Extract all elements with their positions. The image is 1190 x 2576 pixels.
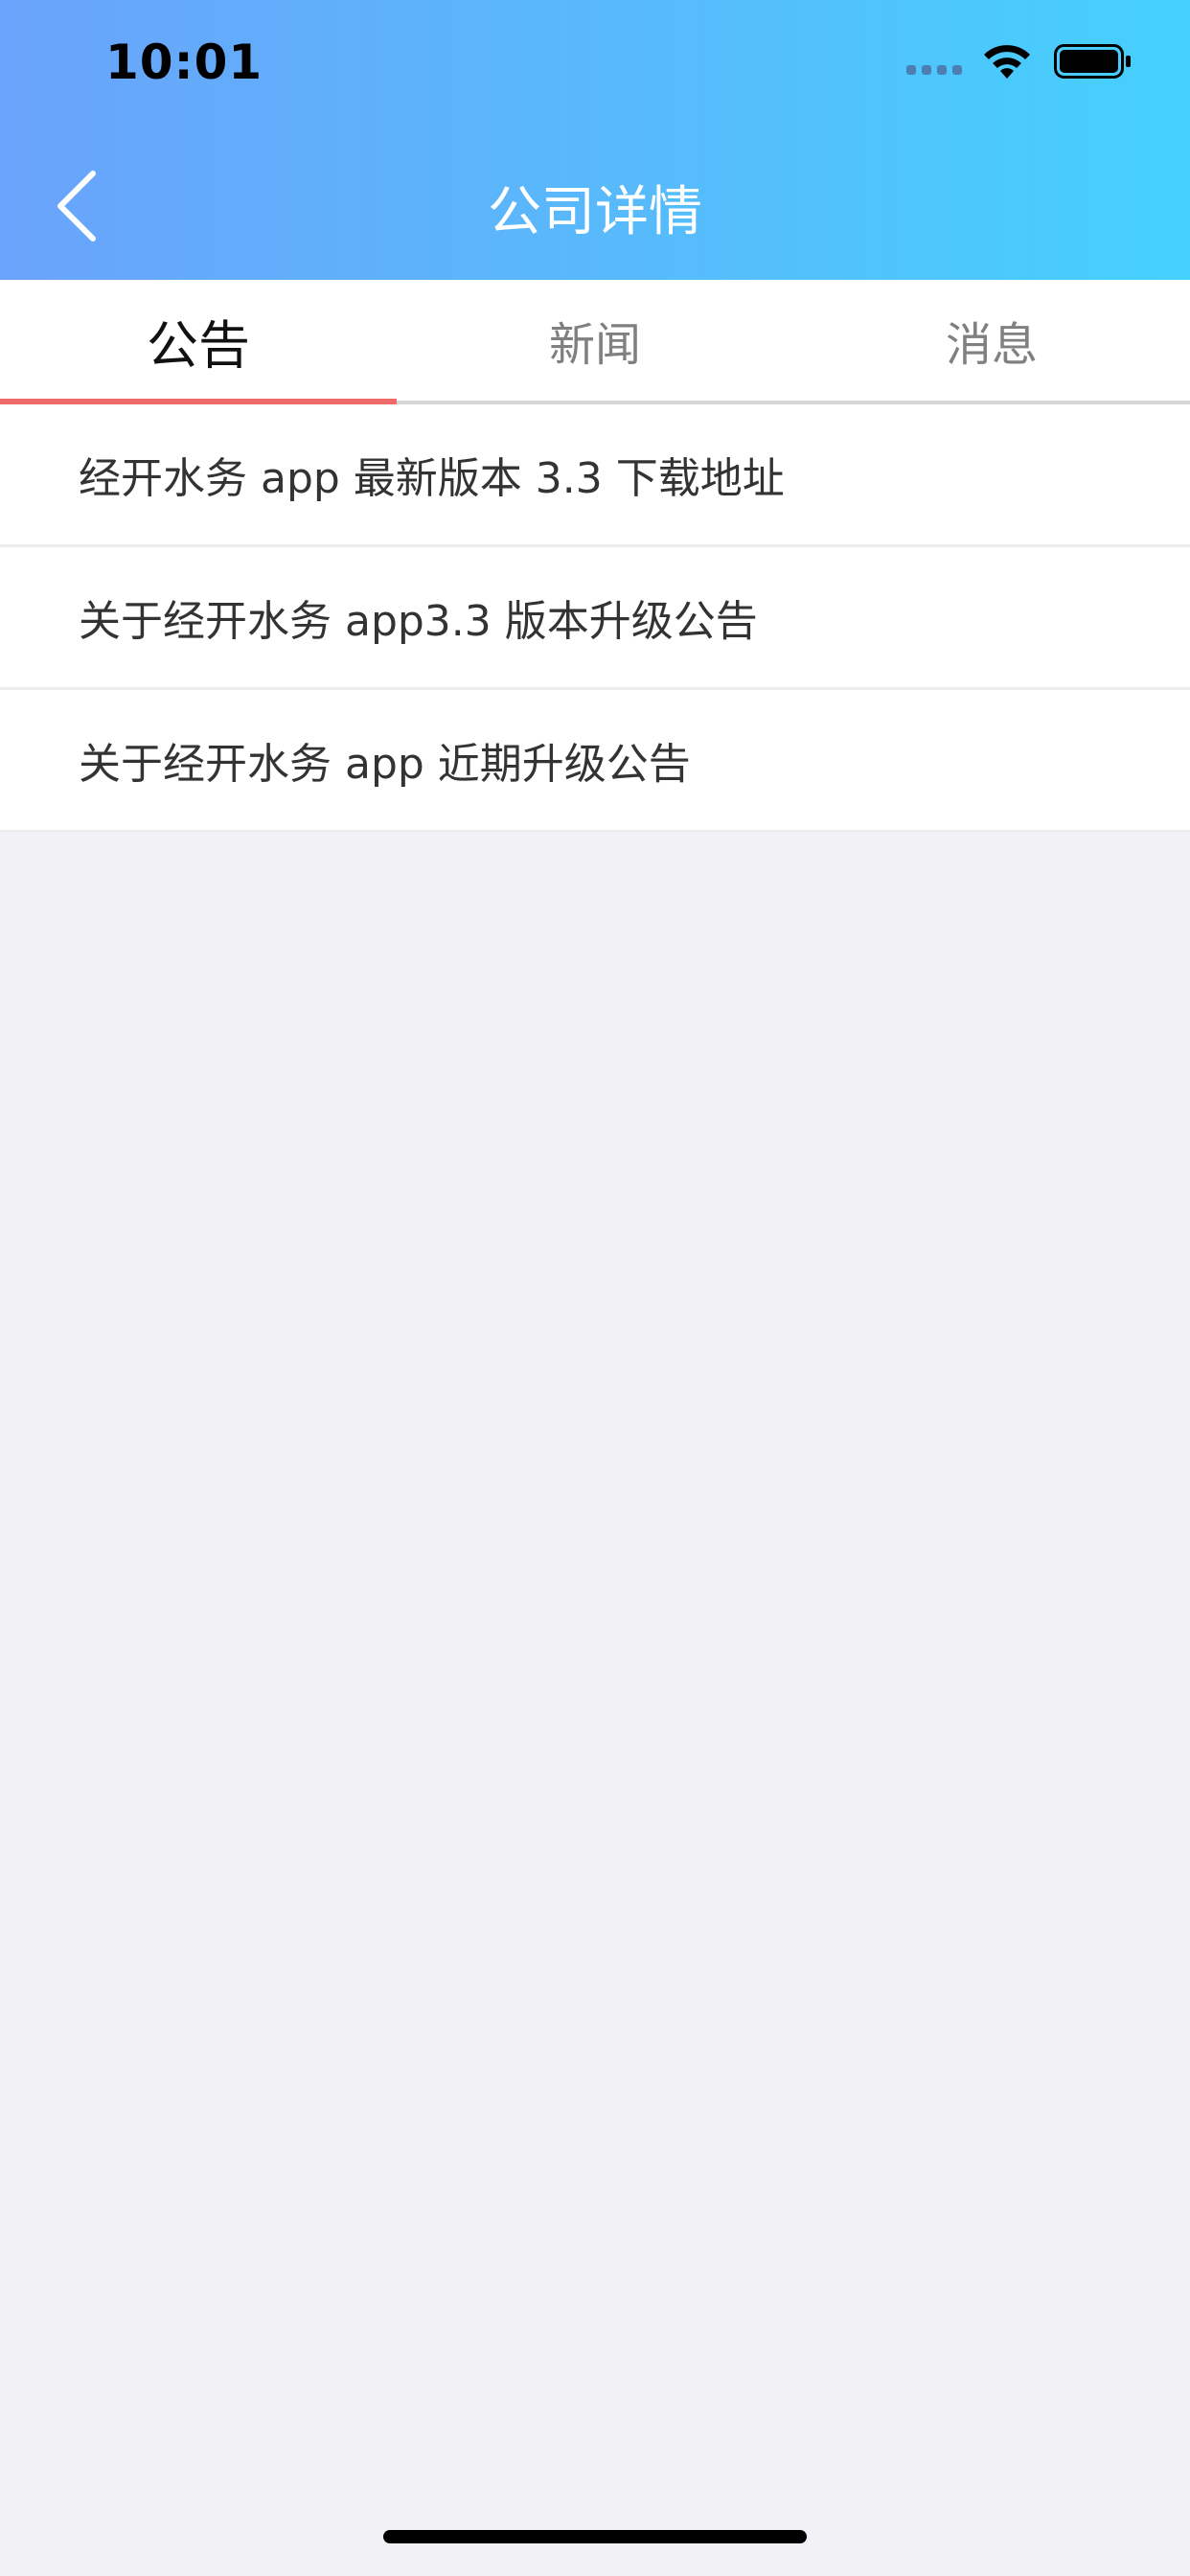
list-item[interactable]: 关于经开水务 app3.3 版本升级公告 [0, 547, 1190, 690]
cellular-signal-icon [906, 65, 962, 75]
status-time: 10:01 [105, 34, 263, 90]
announcement-list: 经开水务 app 最新版本 3.3 下载地址 关于经开水务 app3.3 版本升… [0, 404, 1190, 833]
header: 10:01 公司详情 [0, 0, 1190, 280]
wifi-icon [984, 45, 1030, 79]
page-title: 公司详情 [488, 181, 702, 243]
status-icons [906, 42, 1133, 80]
tab-announcements[interactable]: 公告 [0, 280, 397, 404]
list-item[interactable]: 关于经开水务 app 近期升级公告 [0, 690, 1190, 833]
screen: 10:01 公司详情 公告 新闻 消息 经开水务 app 最新版本 3.3 下载… [0, 0, 1190, 2576]
tab-news[interactable]: 新闻 [397, 280, 793, 401]
tab-messages[interactable]: 消息 [793, 280, 1190, 401]
list-item[interactable]: 经开水务 app 最新版本 3.3 下载地址 [0, 404, 1190, 547]
battery-icon [1054, 44, 1131, 79]
home-indicator[interactable] [383, 2530, 807, 2543]
tab-bar: 公告 新闻 消息 [0, 280, 1190, 404]
